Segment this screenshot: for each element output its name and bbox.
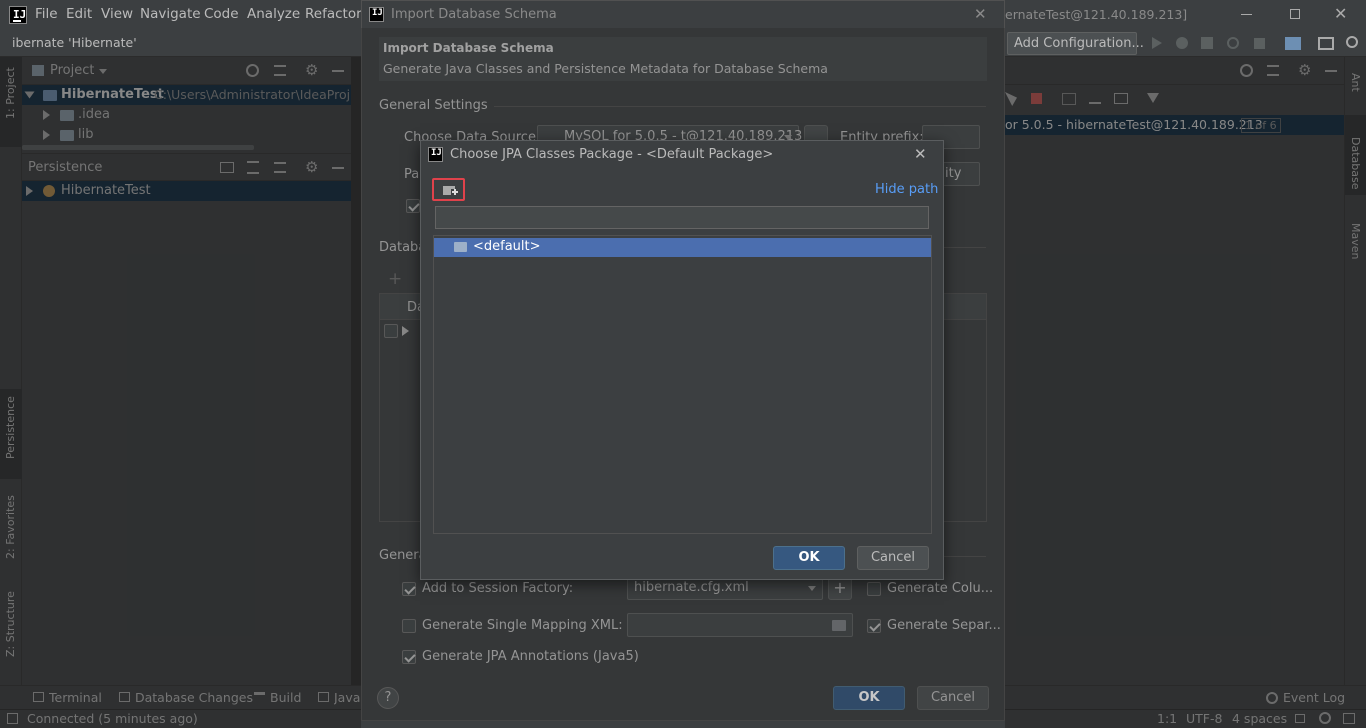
close-window-button[interactable]: ✕ [1334, 4, 1347, 23]
profile-icon[interactable] [1227, 37, 1239, 49]
modal-backdrop [1005, 57, 1366, 728]
new-package-button[interactable] [432, 178, 465, 201]
run-icon[interactable] [1152, 37, 1162, 49]
minimize-button[interactable] [1241, 14, 1252, 15]
project-structure-icon[interactable] [1285, 37, 1301, 50]
breadcrumb[interactable]: ibernate 'Hibernate' [12, 35, 137, 50]
debug-icon[interactable] [1176, 37, 1188, 49]
search-everywhere-icon[interactable] [1346, 36, 1358, 48]
dialog-title: Choose JPA Classes Package - <Default Pa… [450, 147, 774, 162]
menu-refactor[interactable]: Refactor [305, 6, 362, 22]
tree-item-default[interactable]: <default> [434, 238, 931, 257]
dialog-title-bar: IJ Import Database Schema ✕ [362, 1, 1004, 29]
modal-backdrop [0, 57, 361, 728]
close-icon[interactable]: ✕ [974, 5, 987, 23]
ok-button[interactable]: OK [773, 546, 845, 570]
package-folder-icon [454, 242, 467, 252]
coverage-icon[interactable] [1201, 37, 1213, 49]
add-configuration-button[interactable]: Add Configuration... [1007, 32, 1144, 55]
app-logo-icon: IJ [428, 147, 443, 162]
app-logo-icon: IJ [9, 6, 27, 24]
hide-path-link[interactable]: Hide path [875, 182, 938, 197]
menu-view[interactable]: View [101, 6, 133, 22]
app-logo-icon: IJ [369, 7, 384, 22]
dialog-title-bar: IJ Choose JPA Classes Package - <Default… [421, 141, 943, 169]
stop-icon[interactable] [1254, 38, 1265, 49]
choose-package-dialog: IJ Choose JPA Classes Package - <Default… [420, 140, 944, 580]
menu-analyze[interactable]: Analyze [247, 6, 300, 22]
menu-code[interactable]: Code [204, 6, 239, 22]
window-title: ernateTest@121.40.189.213] [1005, 7, 1188, 22]
menu-edit[interactable]: Edit [66, 6, 92, 22]
package-tree: <default> [433, 235, 932, 534]
cancel-button[interactable]: Cancel [857, 546, 929, 570]
restore-button[interactable] [1290, 9, 1300, 19]
toolbox-icon[interactable] [1318, 37, 1334, 50]
dialog-title: Import Database Schema [391, 7, 557, 22]
path-input[interactable] [435, 206, 929, 229]
menu-navigate[interactable]: Navigate [140, 6, 201, 22]
menu-file[interactable]: File [35, 6, 58, 22]
close-icon[interactable]: ✕ [914, 145, 927, 163]
